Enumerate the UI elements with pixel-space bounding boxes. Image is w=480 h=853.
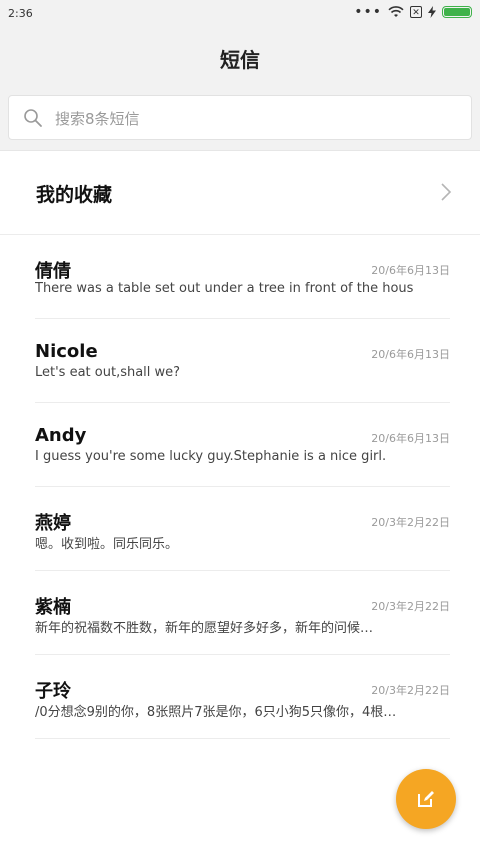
- conversation-row[interactable]: Andy 20/6年6月13日 I guess you're some luck…: [35, 403, 450, 487]
- battery-fill: [444, 8, 470, 16]
- conversation-date: 20/6年6月13日: [371, 264, 450, 277]
- status-bar: 2:36 ••• ✕: [0, 0, 480, 28]
- search-icon: [24, 109, 42, 127]
- favorites-row[interactable]: 我的收藏: [0, 150, 480, 235]
- conversation-date: 20/6年6月13日: [371, 432, 450, 445]
- conversation-name: Andy: [35, 425, 87, 446]
- conversation-row[interactable]: 燕婷 20/3年2月22日 嗯。收到啦。同乐同乐。: [35, 487, 450, 571]
- compose-button[interactable]: [396, 769, 456, 829]
- conversation-snippet: There was a table set out under a tree i…: [35, 281, 414, 296]
- search-input[interactable]: 搜索8条短信: [8, 95, 472, 140]
- conversation-name: 子玲: [35, 681, 71, 702]
- favorites-label: 我的收藏: [36, 184, 113, 206]
- status-time: 2:36: [8, 7, 33, 20]
- conversation-row[interactable]: Nicole 20/6年6月13日 Let's eat out,shall we…: [35, 319, 450, 403]
- conversation-row[interactable]: 倩倩 20/6年6月13日 There was a table set out …: [35, 235, 450, 319]
- compose-icon: [418, 791, 434, 807]
- conversation-date: 20/3年2月22日: [371, 684, 450, 697]
- status-icons: ••• ✕: [354, 4, 472, 20]
- conversation-date: 20/3年2月22日: [371, 516, 450, 529]
- page-title: 短信: [220, 48, 260, 72]
- conversation-date: 20/6年6月13日: [371, 348, 450, 361]
- conversation-snippet: Let's eat out,shall we?: [35, 365, 181, 380]
- wifi-icon: [388, 6, 404, 17]
- more-notifications-icon: •••: [354, 4, 382, 20]
- conversation-row[interactable]: 子玲 20/3年2月22日 /0分想念9别的你，8张照片7张是你，6只小狗5只像…: [35, 655, 450, 739]
- conversation-row[interactable]: 紫楠 20/3年2月22日 新年的祝福数不胜数，新年的愿望好多好多，新年的问候…: [35, 571, 450, 655]
- chevron-right-icon: [441, 183, 452, 201]
- conversation-snippet: 新年的祝福数不胜数，新年的愿望好多好多，新年的问候…: [35, 621, 374, 636]
- app-header: 短信: [0, 28, 480, 86]
- conversation-snippet: /0分想念9别的你，8张照片7张是你，6只小狗5只像你，4根…: [35, 705, 397, 720]
- no-sim-icon: ✕: [410, 6, 422, 18]
- battery-icon: [442, 6, 472, 18]
- conversation-snippet: 嗯。收到啦。同乐同乐。: [35, 537, 179, 552]
- search-area: 搜索8条短信: [0, 86, 480, 151]
- conversation-name: 燕婷: [35, 513, 71, 534]
- conversation-date: 20/3年2月22日: [371, 600, 450, 613]
- charging-icon: [428, 6, 436, 18]
- conversation-name: 倩倩: [35, 261, 71, 282]
- search-placeholder: 搜索8条短信: [55, 110, 140, 128]
- conversation-snippet: I guess you're some lucky guy.Stephanie …: [35, 449, 387, 464]
- conversation-name: 紫楠: [35, 597, 71, 618]
- conversation-name: Nicole: [35, 341, 98, 362]
- conversation-list: 倩倩 20/6年6月13日 There was a table set out …: [0, 235, 480, 739]
